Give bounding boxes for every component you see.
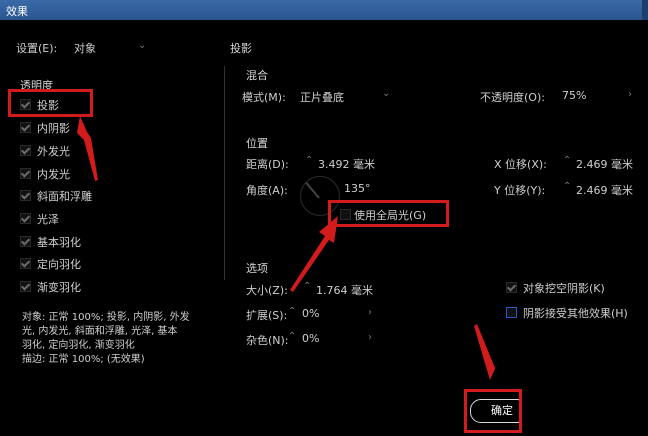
annotation-arrows xyxy=(77,116,498,380)
arrow-to-global-light xyxy=(290,216,338,292)
arrow-to-ok-button xyxy=(474,324,498,380)
arrow-to-drop-shadow xyxy=(77,116,98,181)
